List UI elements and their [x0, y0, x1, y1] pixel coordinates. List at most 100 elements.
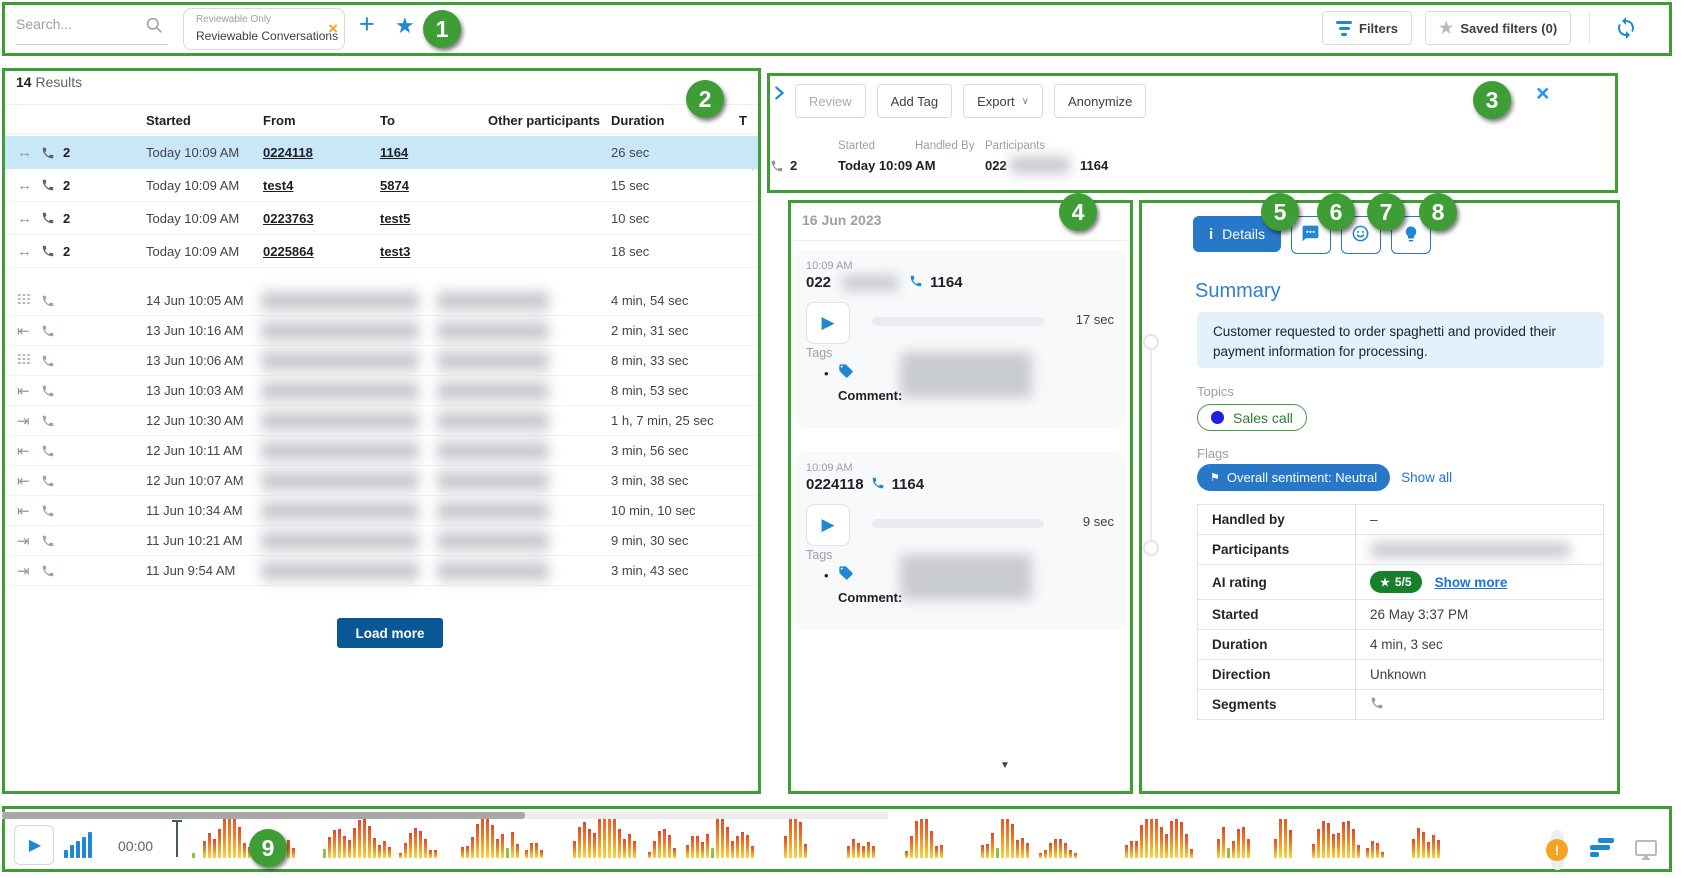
cell-from-link[interactable]: 0225864	[263, 235, 314, 267]
waveform-bar	[1332, 834, 1335, 858]
detail-label-started: Started	[838, 140, 875, 152]
waveform-bar	[696, 836, 699, 858]
waveform-bar	[872, 846, 875, 858]
cell-from-link[interactable]: 0223763	[263, 202, 314, 234]
cell-started: Today 10:09 AM	[146, 202, 239, 234]
waveform-bar	[429, 850, 432, 858]
call-play-button[interactable]: ▶	[806, 504, 850, 546]
detail-started-value: Today 10:09 AM	[838, 158, 936, 173]
table-row[interactable]: ⇤ 13 Jun 10:16 AM 2 min, 31 sec	[5, 316, 758, 346]
review-button[interactable]: Review	[795, 84, 866, 118]
waveform-bar	[1337, 833, 1340, 858]
active-filter-chip[interactable]: Reviewable Only Reviewable Conversations…	[183, 8, 345, 50]
anonymize-button[interactable]: Anonymize	[1054, 84, 1146, 118]
saved-filters-button[interactable]: ★ Saved filters (0)	[1425, 11, 1571, 45]
saved-filters-label: Saved filters (0)	[1460, 21, 1557, 36]
table-row[interactable]: ↔ 2 Today 10:09 AM0225864 test318 sec	[5, 235, 758, 268]
table-row[interactable]: 14 Jun 10:05 AM 4 min, 54 sec	[5, 286, 758, 316]
filters-button[interactable]: Filters	[1322, 11, 1412, 45]
table-row[interactable]: ⇥ 11 Jun 9:54 AM 3 min, 43 sec	[5, 556, 758, 586]
divider-handle[interactable]	[1143, 540, 1159, 556]
call-card[interactable]: 10:09 AM 0224118 1164 ▶ 9 sec Tags • Com…	[794, 452, 1126, 630]
waveform-bar	[238, 827, 241, 858]
waveform-bar	[608, 819, 611, 858]
waveform-bar	[243, 843, 246, 858]
waveform-bar	[1317, 829, 1320, 858]
phone-icon	[41, 235, 55, 267]
cell-duration: 8 min, 33 sec	[611, 346, 688, 375]
horizontal-scrollbar-thumb[interactable]	[2, 812, 525, 819]
column-header-from[interactable]: From	[263, 105, 296, 135]
table-row[interactable]: ⇥ 12 Jun 10:30 AM 1 h, 7 min, 25 sec	[5, 406, 758, 436]
column-header-to[interactable]: To	[380, 105, 395, 135]
column-header-started[interactable]: Started	[146, 105, 191, 135]
show-all-link[interactable]: Show all	[1401, 470, 1452, 485]
details-table-row: Participants	[1198, 535, 1603, 565]
divider-handle[interactable]	[1143, 334, 1159, 350]
segments-view-icon[interactable]	[1590, 838, 1618, 860]
cell-to-link[interactable]: 1164	[380, 136, 408, 169]
table-row[interactable]: ↔ 2 Today 10:09 AMtest4 587415 sec	[5, 169, 758, 202]
call-play-button[interactable]: ▶	[806, 302, 850, 344]
cell-to-link[interactable]: test5	[380, 202, 410, 234]
cell-from-link[interactable]: test4	[263, 169, 293, 201]
table-row[interactable]: ↔ 2 Today 10:09 AM0224118 116426 sec	[5, 136, 758, 169]
collapse-arrow-icon[interactable]: ▼	[1000, 760, 1010, 771]
column-header-other[interactable]: Other participants	[488, 105, 600, 135]
show-more-link[interactable]: Show more	[1435, 575, 1508, 590]
chip-clear-icon[interactable]: ×	[328, 19, 338, 39]
refresh-icon[interactable]	[1614, 16, 1638, 43]
waveform-bar	[1422, 832, 1425, 858]
waveform-bar	[218, 829, 221, 858]
cell-started: Today 10:09 AM	[146, 235, 239, 267]
call-card[interactable]: 10:09 AM 022 1164 ▶ 17 sec Tags • Commen…	[794, 250, 1126, 428]
cell-from-link[interactable]: 0224118	[263, 136, 313, 169]
details-table-row: DirectionUnknown	[1198, 660, 1603, 690]
table-row[interactable]: ⇤ 12 Jun 10:07 AM 3 min, 38 sec	[5, 466, 758, 496]
waveform-bar	[583, 822, 586, 858]
cell-to-link[interactable]: test3	[380, 235, 410, 267]
table-row[interactable]: 13 Jun 10:06 AM 8 min, 33 sec	[5, 346, 758, 376]
cell-duration: 18 sec	[611, 235, 649, 267]
waveform[interactable]	[184, 819, 1519, 858]
close-icon[interactable]: ×	[1536, 80, 1549, 107]
player-play-button[interactable]: ▶	[14, 825, 54, 865]
export-button[interactable]: Export ∨	[963, 84, 1043, 118]
waveform-bar	[663, 829, 666, 858]
direction-incoming-icon: ⇤	[17, 502, 30, 520]
waveform-bar	[348, 840, 351, 858]
summary-box: Customer requested to order spaghetti an…	[1197, 312, 1604, 368]
expand-chevron-icon[interactable]	[769, 83, 789, 106]
waveform-bar	[799, 822, 802, 858]
tags-label: Tags	[806, 346, 832, 360]
call-duration: 9 sec	[1066, 514, 1114, 529]
cell-duration: 10 min, 10 sec	[611, 496, 696, 525]
volume-icon[interactable]	[64, 832, 94, 858]
waveform-bar	[716, 819, 719, 858]
table-row[interactable]: ↔ 2 Today 10:09 AM0223763 test510 sec	[5, 202, 758, 235]
direction-incoming-icon: ⇤	[17, 322, 30, 340]
warning-icon[interactable]: !	[1546, 839, 1568, 861]
column-header-duration[interactable]: Duration	[611, 105, 664, 135]
load-more-button[interactable]: Load more	[337, 618, 443, 648]
screen-share-icon[interactable]	[1634, 838, 1658, 865]
cell-to-link[interactable]: 5874	[380, 169, 409, 201]
waveform-bar	[525, 850, 528, 858]
cell-to-blurred	[437, 561, 549, 581]
table-row[interactable]: ⇤ 11 Jun 10:34 AM 10 min, 10 sec	[5, 496, 758, 526]
call-progress-track[interactable]	[872, 519, 1044, 528]
cell-from-blurred	[261, 411, 419, 431]
call-progress-track[interactable]	[872, 317, 1044, 326]
column-header-truncated[interactable]: T	[739, 105, 747, 135]
add-tag-button[interactable]: Add Tag	[877, 84, 952, 118]
saved-filters-star-icon: ★	[1439, 18, 1453, 38]
table-row[interactable]: ⇥ 11 Jun 10:21 AM 9 min, 30 sec	[5, 526, 758, 556]
phone-icon	[41, 202, 55, 234]
cell-started: Today 10:09 AM	[146, 136, 239, 169]
add-filter-icon[interactable]: +	[359, 9, 375, 40]
table-row[interactable]: ⇤ 13 Jun 10:03 AM 8 min, 53 sec	[5, 376, 758, 406]
phone-icon	[41, 526, 55, 555]
table-row[interactable]: ⇤ 12 Jun 10:11 AM 3 min, 56 sec	[5, 436, 758, 466]
favorite-star-icon[interactable]: ★	[395, 13, 415, 39]
search-input[interactable]: Search...	[16, 16, 168, 44]
